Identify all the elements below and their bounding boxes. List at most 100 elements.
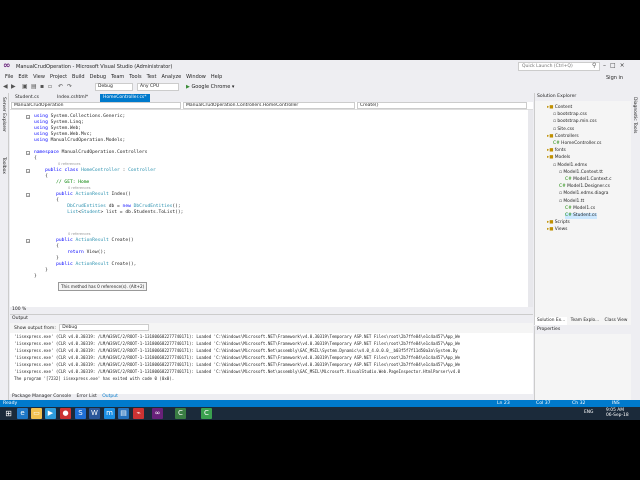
tray-date[interactable]: 06-Sep-18 <box>606 413 629 419</box>
solution-tree-item[interactable]: ▸■ Controllers <box>547 134 579 140</box>
menu-build[interactable]: Build <box>72 73 85 82</box>
member-dropdown[interactable]: Create() <box>357 102 527 109</box>
zoom-level[interactable]: 100 % <box>10 307 26 312</box>
solution-tree-item[interactable]: ▸■ Content <box>547 105 572 111</box>
server-explorer-tab[interactable]: Server Explorer <box>1 97 6 132</box>
solution-tree-item[interactable]: C# Model1.Context.c <box>565 177 612 183</box>
code-line[interactable]: { <box>34 156 37 162</box>
config-dropdown[interactable]: Debug <box>95 83 133 91</box>
skype-icon[interactable]: S <box>75 408 86 419</box>
class-dropdown[interactable]: ManualCrudOperation.Controllers.HomeCont… <box>183 102 355 109</box>
tab-class-view[interactable]: Class View <box>603 317 630 325</box>
project-dropdown[interactable]: ManualCrudOperation <box>11 102 181 109</box>
chrome-icon[interactable]: ● <box>60 408 71 419</box>
forward-icon[interactable]: ▶ <box>11 83 16 91</box>
codelens-references[interactable]: 0 references <box>68 232 90 236</box>
tab-error-list[interactable]: Error List <box>75 393 99 400</box>
output-line: 'iisexpress.exe' (CLR v4.0.30319: /LM/W3… <box>14 362 461 367</box>
collapse-toggle-icon[interactable]: − <box>26 151 30 155</box>
menu-debug[interactable]: Debug <box>90 73 106 82</box>
back-icon[interactable]: ◀ <box>3 83 8 91</box>
tab-homecontroller-cs[interactable]: HomeController.cs* <box>100 94 150 102</box>
sign-in-link[interactable]: Sign in <box>606 75 623 81</box>
solution-tree-item[interactable]: C# Model1.cs <box>565 206 595 212</box>
search-icon[interactable]: ⚲ <box>592 62 596 69</box>
run-button[interactable]: ▶ Google Chrome ▾ <box>186 83 234 91</box>
diagnostic-tools-tab[interactable]: Diagnostic Tools <box>632 97 637 133</box>
menu-window[interactable]: Window <box>186 73 206 82</box>
save-icon[interactable]: ▪ <box>40 83 44 91</box>
close-icon[interactable]: × <box>620 62 629 69</box>
solution-tree-item[interactable]: ▫ bootstrap.min.css <box>553 119 597 125</box>
solution-tree-item[interactable]: ▫ Model1.tt <box>559 199 584 205</box>
menu-test[interactable]: Test <box>147 73 157 82</box>
media-player-icon[interactable]: ▶ <box>45 408 56 419</box>
ie-icon[interactable]: e <box>17 408 28 419</box>
folder-icon: ▸■ <box>547 148 555 154</box>
code-line[interactable]: } <box>34 274 37 280</box>
menu-team[interactable]: Team <box>111 73 124 82</box>
word-icon[interactable]: W <box>89 408 100 419</box>
tab-index-cshtml[interactable]: Index.cshtml* <box>54 94 91 102</box>
tab-team-explorer[interactable]: Team Explo... <box>569 317 602 325</box>
new-project-icon[interactable]: ▣ <box>22 83 28 91</box>
start-windows-icon[interactable]: ⊞ <box>3 408 14 419</box>
menu-analyze[interactable]: Analyze <box>161 73 181 82</box>
menu-edit[interactable]: Edit <box>18 73 28 82</box>
solution-tree-item[interactable]: ▸■ fonts <box>547 148 566 154</box>
window-controls[interactable]: –□× <box>603 62 629 69</box>
code-line[interactable]: public ActionResult Create(), <box>34 262 136 268</box>
undo-icon[interactable]: ↶ <box>58 83 63 91</box>
platform-dropdown[interactable]: Any CPU <box>137 83 179 91</box>
visual-studio-taskbar-icon[interactable]: ∞ <box>152 408 163 419</box>
menu-help[interactable]: Help <box>211 73 222 82</box>
redo-icon[interactable]: ↷ <box>67 83 72 91</box>
quick-launch-input[interactable]: Quick Launch (Ctrl+Q) <box>518 62 600 71</box>
minimize-icon[interactable]: – <box>603 62 610 69</box>
tray-language[interactable]: ENG <box>584 410 593 416</box>
output-text[interactable]: 'iisexpress.exe' (CLR v4.0.30319: /LM/W3… <box>10 333 533 394</box>
collapse-toggle-icon[interactable]: − <box>26 239 30 243</box>
solution-tree-item[interactable]: ▫ Model1.edmx <box>553 163 587 169</box>
tab-output[interactable]: Output <box>100 393 120 400</box>
codelens-references[interactable]: 0 references <box>58 162 80 166</box>
save-all-icon[interactable]: ▫ <box>48 83 52 91</box>
tab-solution-explorer[interactable]: Solution Ex... <box>535 317 568 325</box>
code-editor[interactable]: using System.Collections.Generic; using S… <box>10 110 528 307</box>
open-icon[interactable]: ▤ <box>31 83 37 91</box>
camtasia-recorder-icon[interactable]: C <box>201 408 212 419</box>
solution-tree-item[interactable]: ▸■ Views <box>547 227 567 233</box>
solution-tree-item[interactable]: ▫ bootstrap.css <box>553 112 587 118</box>
pdf-icon[interactable]: ⌁ <box>133 408 144 419</box>
camtasia-icon[interactable]: C <box>175 408 186 419</box>
solution-tree-item[interactable]: ▫ Site.css <box>553 127 574 133</box>
solution-tree-item[interactable]: C# Student.cs <box>565 213 597 219</box>
solution-tree-item[interactable]: ▸■ Scripts <box>547 220 570 226</box>
maximize-icon[interactable]: □ <box>610 62 620 69</box>
menu-view[interactable]: View <box>33 73 45 82</box>
file-explorer-icon[interactable]: ▭ <box>31 408 42 419</box>
maxthon-icon[interactable]: m <box>104 408 115 419</box>
tab-student-cs[interactable]: Student.cs <box>12 94 42 102</box>
collapse-toggle-icon[interactable]: − <box>26 115 30 119</box>
collapse-toggle-icon[interactable]: − <box>26 193 30 197</box>
code-line[interactable]: using ManualCrudOperation.Models; <box>34 138 125 144</box>
sql-server-icon[interactable]: ▤ <box>118 408 129 419</box>
code-line[interactable]: List<Student> list = db.Students.ToList(… <box>34 210 183 216</box>
toolbox-tab[interactable]: Toolbox <box>1 157 6 174</box>
solution-tree-item[interactable]: ▫ Model1.edmx.diagra <box>559 191 609 197</box>
menu-project[interactable]: Project <box>50 73 67 82</box>
collapse-toggle-icon[interactable]: − <box>26 169 30 173</box>
codelens-references[interactable]: 0 references <box>68 186 90 190</box>
editor-scrollbar[interactable] <box>528 110 533 307</box>
code-line[interactable]: namespace ManualCrudOperation.Controller… <box>34 150 147 156</box>
solution-tree-item[interactable]: ▫ Model1.Context.tt <box>559 170 603 176</box>
solution-tree-item[interactable]: ▸■ Models <box>547 155 570 161</box>
tab-package-manager-console[interactable]: Package Manager Console <box>10 393 73 400</box>
menu-tools[interactable]: Tools <box>129 73 141 82</box>
solution-tree-item[interactable]: C# Model1.Designer.cs <box>559 184 610 190</box>
menu-file[interactable]: File <box>5 73 13 82</box>
output-source-dropdown[interactable]: Debug <box>59 324 150 331</box>
solution-tree-item[interactable]: C# HomeController.cs <box>553 141 601 147</box>
code-line[interactable]: public class HomeController : Controller <box>34 168 156 174</box>
